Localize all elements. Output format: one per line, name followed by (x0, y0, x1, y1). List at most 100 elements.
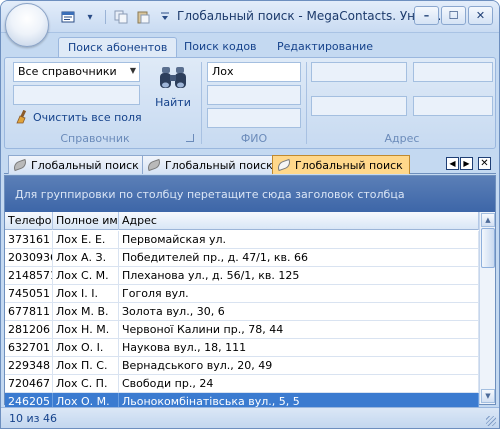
scroll-thumb[interactable] (481, 228, 495, 268)
status-bar: 10 из 46 (1, 407, 499, 428)
directory-extra-field[interactable] (13, 85, 140, 105)
address-field-2[interactable] (311, 96, 407, 116)
doc-tab-2[interactable]: Глобальный поиск (142, 155, 280, 174)
cell-phone: 281206 (5, 321, 53, 338)
quick-access-toolbar: ▾ (59, 8, 174, 26)
group-label-directory: Справочник (60, 132, 130, 145)
cell-address: Золота вул., 30, 6 (119, 303, 479, 320)
cell-name: Лох Н. М. (53, 321, 119, 338)
ribbon-panel: Все справочники ▼ Очистить все поля Найт… (4, 57, 496, 149)
table-row[interactable]: 677811 Лох М. В. Золота вул., 30, 6 (5, 303, 479, 321)
grid-header: Телефон Полное имя Адрес (5, 212, 479, 230)
results-grid: Для группировки по столбцу перетащите сю… (4, 175, 496, 411)
window-title: Глобальный поиск - MegaContacts. Унив... (177, 9, 442, 23)
tab-code-search[interactable]: Поиск кодов (175, 37, 266, 58)
find-label: Найти (155, 96, 191, 109)
address-field-4[interactable] (413, 96, 493, 116)
column-header-phone[interactable]: Телефон (5, 212, 53, 230)
cell-address: Червоної Калини пр., 78, 44 (119, 321, 479, 338)
find-button[interactable]: Найти (148, 66, 198, 120)
tab-scroll-right-icon[interactable]: ▶ (460, 157, 473, 170)
directory-combo-value: Все справочники (18, 65, 117, 78)
doc-tab-3[interactable]: Глобальный поиск (272, 155, 410, 174)
group-divider (306, 62, 307, 144)
tab-scroll-left-icon[interactable]: ◀ (446, 157, 459, 170)
copy-icon[interactable] (112, 8, 130, 26)
column-header-address[interactable]: Адрес (119, 212, 479, 230)
table-row[interactable]: 632701 Лох О. І. Наукова вул., 18, 111 (5, 339, 479, 357)
cell-phone: 632701 (5, 339, 53, 356)
cell-address: Гоголя вул. (119, 285, 479, 302)
tab-subscriber-search[interactable]: Поиск абонентов (58, 37, 178, 59)
table-row[interactable]: 229348 Лох П. С. Вернадського вул., 20, 49 (5, 357, 479, 375)
cell-address: Свободи пр., 24 (119, 375, 479, 392)
cell-address: Плеханова ул., д. 56/1, кв. 125 (119, 267, 479, 284)
cell-phone: 2148571 (5, 267, 53, 284)
clear-all-label: Очистить все поля (33, 110, 142, 124)
dialog-launcher-icon[interactable] (186, 134, 194, 142)
paste-icon[interactable] (134, 8, 152, 26)
doc-tab-label: Глобальный поиск (165, 158, 273, 172)
group-by-panel[interactable]: Для группировки по столбцу перетащите сю… (5, 176, 495, 212)
group-label-address: Адрес (384, 132, 420, 145)
directory-combo[interactable]: Все справочники ▼ (13, 62, 140, 82)
table-row[interactable]: 2030936 Лох А. З. Победителей пр., д. 47/1… (5, 249, 479, 267)
table-row[interactable]: 281206 Лох Н. М. Червоної Калини пр., 78, … (5, 321, 479, 339)
cell-address: Наукова вул., 18, 111 (119, 339, 479, 356)
doc-tab-label: Глобальный поиск (31, 158, 139, 172)
ribbon-tab-strip: Поиск абонентов Поиск кодов Редактирован… (1, 34, 499, 59)
form-icon[interactable] (59, 8, 77, 26)
cell-name: Лох П. С. (53, 357, 119, 374)
dropdown-arrow-icon[interactable]: ▾ (81, 8, 99, 26)
leaf-icon (146, 158, 162, 172)
cell-address: Вернадського вул., 20, 49 (119, 357, 479, 374)
address-field-1[interactable] (311, 62, 407, 82)
fio-field-3[interactable] (207, 108, 301, 128)
table-row[interactable]: 745051 Лох І. І. Гоголя вул. (5, 285, 479, 303)
cell-phone: 2030936 (5, 249, 53, 266)
cell-phone: 373161 (5, 231, 53, 248)
doc-tab-label: Глобальный поиск (295, 158, 403, 172)
cell-name: Лох М. В. (53, 303, 119, 320)
customize-qat-icon[interactable] (156, 8, 174, 26)
cell-name: Лох Е. Е. (53, 231, 119, 248)
vertical-scrollbar[interactable]: ▲ ▼ (479, 212, 495, 404)
restore-button[interactable]: ☐ (441, 6, 466, 25)
minimize-button[interactable]: – (414, 6, 439, 25)
scroll-down-icon[interactable]: ▼ (481, 389, 495, 403)
toolbar-divider (105, 10, 106, 24)
scroll-up-icon[interactable]: ▲ (481, 213, 495, 227)
cell-name: Лох С. М. (53, 267, 119, 284)
fio-field-2[interactable] (207, 85, 301, 105)
cell-phone: 229348 (5, 357, 53, 374)
close-button[interactable]: ✕ (468, 6, 493, 25)
tab-close-icon[interactable]: ✕ (478, 157, 491, 170)
group-label-fio: ФИО (240, 132, 268, 145)
cell-address: Победителей пр., д. 47/1, кв. 66 (119, 249, 479, 266)
doc-tab-1[interactable]: Глобальный поиск (8, 155, 146, 174)
title-bar: ▾ Глобальный поиск - MegaContacts. Унив.… (1, 1, 499, 47)
cell-name: Лох А. З. (53, 249, 119, 266)
leaf-icon (12, 158, 28, 172)
cell-name: Лох І. І. (53, 285, 119, 302)
cell-phone: 745051 (5, 285, 53, 302)
resize-grip-icon[interactable] (486, 416, 496, 426)
cell-name: Лох С. П. (53, 375, 119, 392)
leaf-icon (276, 158, 292, 172)
chevron-down-icon[interactable]: ▼ (130, 66, 136, 75)
table-row[interactable]: 373161 Лох Е. Е. Первомайская ул. (5, 231, 479, 249)
cell-phone: 720467 (5, 375, 53, 392)
column-header-name[interactable]: Полное имя (53, 212, 119, 230)
window-controls: – ☐ ✕ (414, 6, 493, 25)
grid-rows: 373161 Лох Е. Е. Первомайская ул. 2030936 Ло… (5, 231, 479, 411)
office-button[interactable] (5, 3, 49, 47)
main-window: ▾ Глобальный поиск - MegaContacts. Унив.… (0, 0, 500, 429)
fio-input[interactable]: Лох (207, 62, 301, 82)
tab-editing[interactable]: Редактирование (268, 37, 382, 58)
brush-icon (15, 109, 29, 124)
table-row[interactable]: 2148571 Лох С. М. Плеханова ул., д. 56/1, … (5, 267, 479, 285)
clear-all-button[interactable]: Очистить все поля (15, 109, 142, 124)
address-field-3[interactable] (413, 62, 493, 82)
group-divider (201, 62, 202, 144)
table-row[interactable]: 720467 Лох С. П. Свободи пр., 24 (5, 375, 479, 393)
